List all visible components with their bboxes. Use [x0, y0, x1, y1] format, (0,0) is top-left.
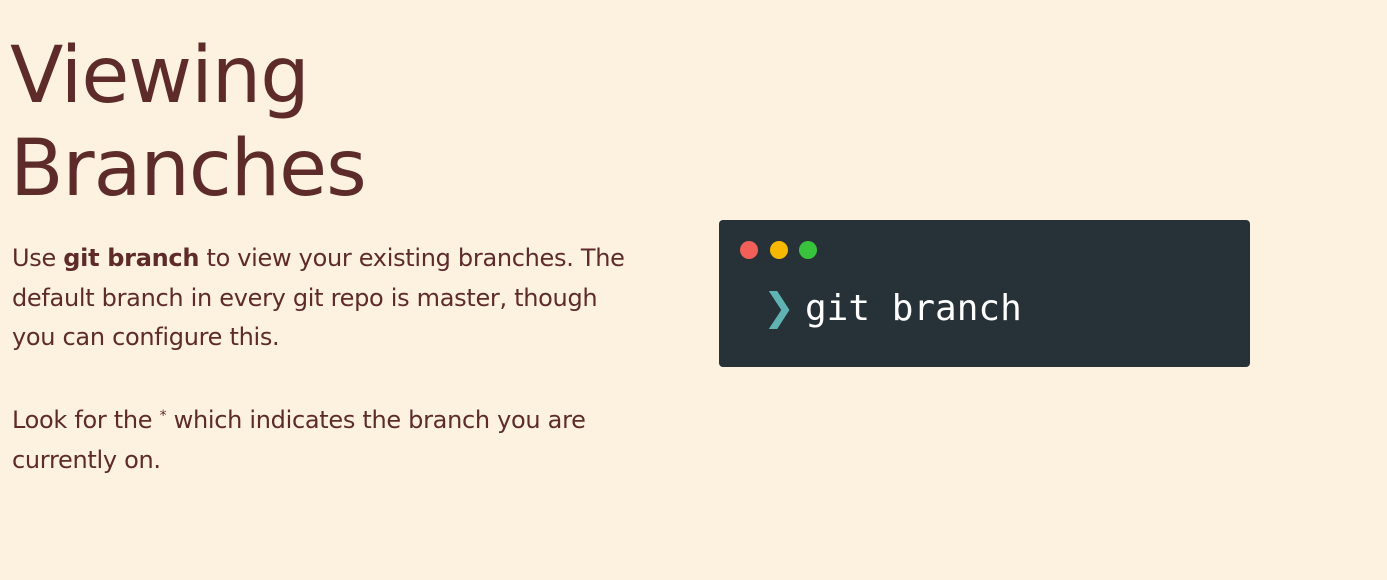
slide-title-line-2: Branches: [10, 124, 367, 214]
window-close-dot: [740, 241, 758, 259]
paragraph-current-branch-marker: Look for the * which indicates the branc…: [12, 397, 632, 480]
prompt-chevron-icon: ❯: [763, 285, 795, 329]
terminal-command: git branch: [805, 288, 1022, 329]
window-maximize-dot: [799, 241, 817, 259]
slide-title: Viewing Branches: [10, 30, 367, 216]
slide-title-line-1: Viewing: [10, 31, 310, 121]
paragraph-2-prefix: Look for the: [12, 406, 160, 434]
paragraph-git-branch-usage: Use git branch to view your existing bra…: [12, 239, 632, 358]
paragraph-1-prefix: Use: [12, 244, 64, 272]
slide-body: Use git branch to view your existing bra…: [12, 239, 632, 480]
inline-command-git-branch: git branch: [63, 244, 200, 272]
window-minimize-dot: [770, 241, 788, 259]
terminal-window: ❯ git branch: [719, 220, 1250, 367]
